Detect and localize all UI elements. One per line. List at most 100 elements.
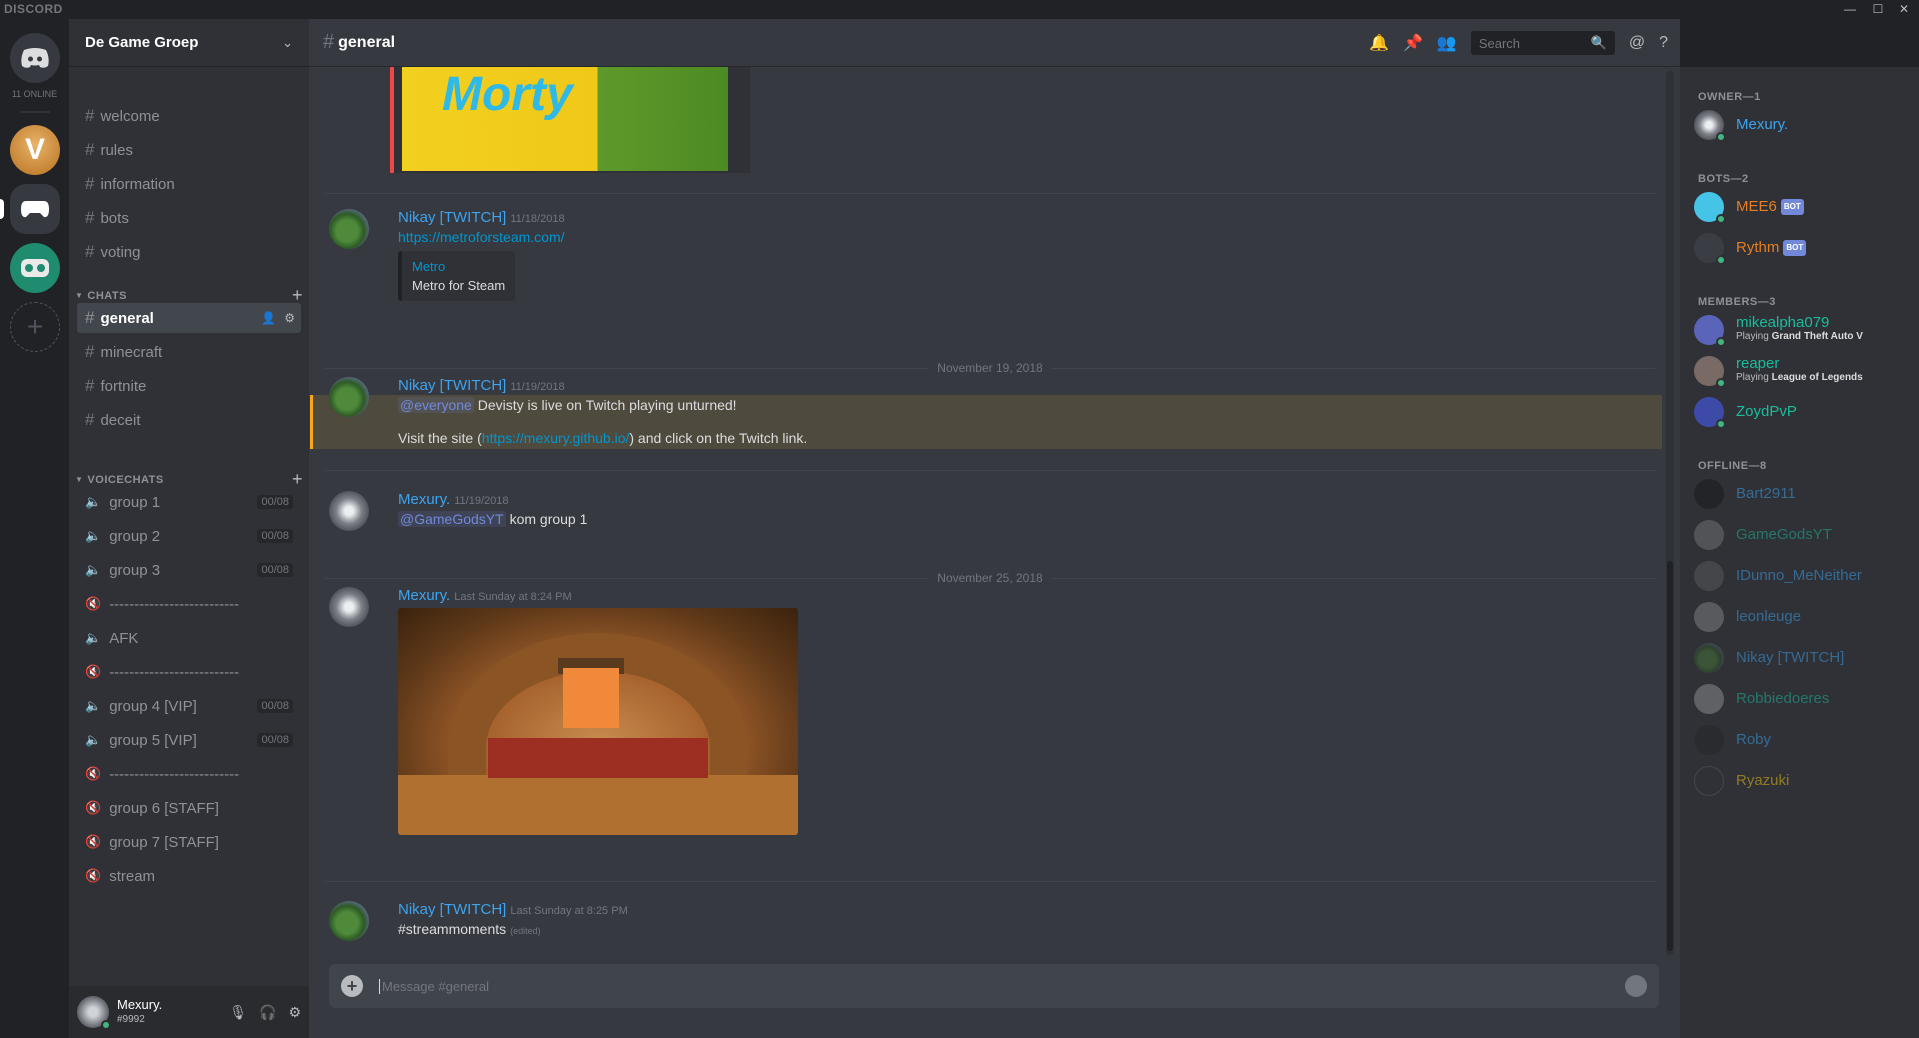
user-panel: Mexury. #9992 🎙 🎧 ⚙ [69, 986, 309, 1038]
voice-group-5-vip[interactable]: 🔈 group 5 [VIP] 00/08 [77, 725, 301, 755]
channel-label: minecraft [100, 343, 163, 361]
message-author[interactable]: Mexury. [398, 491, 450, 508]
voice-group-3[interactable]: 🔈 group 3 00/08 [77, 555, 301, 585]
channel-bots[interactable]: # bots [77, 203, 301, 233]
avatar[interactable] [329, 209, 369, 249]
image-attachment[interactable] [398, 608, 798, 835]
locked-speaker-icon: 🔇 [85, 664, 102, 679]
message-divider [325, 881, 1655, 882]
message-link[interactable]: https://metroforsteam.com/ [398, 229, 565, 245]
home-button[interactable] [10, 33, 60, 83]
member-item[interactable]: reaper Playing League of Legends [1694, 351, 1914, 391]
scrollbar[interactable] [1666, 71, 1674, 955]
member-item[interactable]: Mexury. [1694, 105, 1914, 145]
message-input[interactable] [379, 978, 1625, 994]
maximize-button[interactable]: ☐ [1865, 0, 1891, 19]
member-list: OWNER—1 Mexury. BOTS—2 MEE6 BOT Rythm BOT … [1680, 67, 1919, 1038]
voice-group-6-staff[interactable]: 🔇 group 6 [STAFF] [77, 793, 301, 823]
member-item[interactable]: MEE6 BOT [1694, 187, 1914, 227]
member-item[interactable]: IDunno_MeNeither [1694, 556, 1914, 596]
gear-icon[interactable]: ⚙ [284, 311, 295, 325]
voice-group-7-staff[interactable]: 🔇 group 7 [STAFF] [77, 827, 301, 857]
bell-icon[interactable]: 🔔 [1369, 33, 1389, 53]
locked-speaker-icon: 🔇 [85, 834, 102, 849]
mention-user[interactable]: @GameGodsYT [398, 511, 506, 527]
invite-icon[interactable]: 👤 [261, 311, 276, 325]
member-item[interactable]: Roby [1694, 720, 1914, 760]
channel-voting[interactable]: # voting [77, 237, 301, 267]
add-server-button[interactable]: + [10, 302, 60, 352]
voice-group-1[interactable]: 🔈 group 1 00/08 [77, 487, 301, 517]
voice-stream[interactable]: 🔇 stream [77, 861, 301, 891]
avatar [1694, 397, 1726, 429]
message-author[interactable]: Mexury. [398, 587, 450, 604]
channel-information[interactable]: # information [77, 169, 301, 199]
pin-icon[interactable]: 📌 [1403, 33, 1423, 53]
member-item[interactable]: mikealpha079 Playing Grand Theft Auto V [1694, 310, 1914, 350]
mention-everyone[interactable]: @everyone [398, 397, 474, 413]
embed-provider[interactable]: Metro [412, 259, 505, 274]
channel-minecraft[interactable]: # minecraft [77, 337, 301, 367]
message-composer: + [329, 964, 1659, 1008]
member-item[interactable]: ZoydPvP [1694, 392, 1914, 432]
scrollbar-thumb[interactable] [1667, 561, 1673, 951]
member-item[interactable]: Robbiedoeres [1694, 679, 1914, 719]
member-item[interactable]: Bart2911 [1694, 474, 1914, 514]
avatar[interactable] [329, 587, 369, 627]
message-author[interactable]: Nikay [TWITCH] [398, 209, 506, 226]
members-icon[interactable]: 👥 [1437, 33, 1457, 53]
avatar [1694, 233, 1726, 265]
message-author[interactable]: Nikay [TWITCH] [398, 377, 506, 394]
member-item[interactable]: Nikay [TWITCH] [1694, 638, 1914, 678]
minimize-button[interactable]: — [1837, 0, 1863, 19]
embed-image[interactable]: Morty [390, 67, 750, 173]
avatar [1694, 110, 1726, 142]
voice-separator[interactable]: 🔇 -------------------------- [77, 657, 301, 687]
avatar[interactable] [77, 996, 111, 1030]
search-input[interactable]: Search 🔍 [1470, 31, 1615, 55]
channel-fortnite[interactable]: # fortnite [77, 371, 301, 401]
channel-general[interactable]: # general 👤 ⚙ [77, 303, 301, 333]
member-item[interactable]: leonleuge [1694, 597, 1914, 637]
headphones-icon[interactable]: 🎧 [259, 1004, 276, 1021]
member-item[interactable]: Ryazuki [1694, 761, 1914, 801]
voice-separator[interactable]: 🔇 -------------------------- [77, 759, 301, 789]
speaker-icon: 🔈 [85, 698, 102, 713]
emoji-icon[interactable] [1625, 975, 1647, 997]
upload-button[interactable]: + [341, 975, 363, 997]
channel-label: AFK [109, 629, 139, 647]
hash-icon: # [85, 106, 95, 125]
close-button[interactable]: ✕ [1891, 0, 1917, 19]
mention-icon[interactable]: @ [1629, 34, 1645, 52]
avatar[interactable] [329, 377, 369, 417]
channel-deceit[interactable]: # deceit [77, 405, 301, 435]
channel-rules[interactable]: # rules [77, 135, 301, 165]
date-separator: November 25, 2018 [325, 571, 1655, 585]
guild-robot-server[interactable] [10, 243, 60, 293]
voice-afk[interactable]: 🔈 AFK [77, 623, 301, 653]
voice-separator[interactable]: 🔇 -------------------------- [77, 589, 301, 619]
speaker-icon: 🔈 [85, 528, 102, 543]
microphone-icon[interactable]: 🎙 [229, 1004, 247, 1021]
guild-v-server[interactable]: V [10, 125, 60, 175]
username: Mexury. [117, 997, 163, 1012]
voice-group-4-vip[interactable]: 🔈 group 4 [VIP] 00/08 [77, 691, 301, 721]
server-header[interactable]: De Game Groep ⌄ [69, 19, 309, 67]
message-link[interactable]: https://mexury.github.io/ [482, 430, 630, 446]
message-author[interactable]: Nikay [TWITCH] [398, 901, 506, 918]
avatar[interactable] [329, 901, 369, 941]
hash-icon: # [85, 342, 95, 361]
member-item[interactable]: GameGodsYT [1694, 515, 1914, 555]
guild-de-game-groep[interactable] [10, 184, 60, 234]
avatar[interactable] [329, 491, 369, 531]
online-status-icon [101, 1020, 111, 1030]
member-name: Ryazuki [1736, 772, 1790, 789]
help-icon[interactable]: ? [1659, 34, 1668, 52]
voice-group-2[interactable]: 🔈 group 2 00/08 [77, 521, 301, 551]
member-item[interactable]: Rythm BOT [1694, 228, 1914, 268]
channel-label: rules [100, 141, 133, 159]
channel-welcome[interactable]: # welcome [77, 101, 301, 131]
activity-prefix: Playing [1736, 331, 1769, 342]
channel-label: group 4 [VIP] [109, 697, 197, 715]
gear-icon[interactable]: ⚙ [288, 1004, 301, 1021]
